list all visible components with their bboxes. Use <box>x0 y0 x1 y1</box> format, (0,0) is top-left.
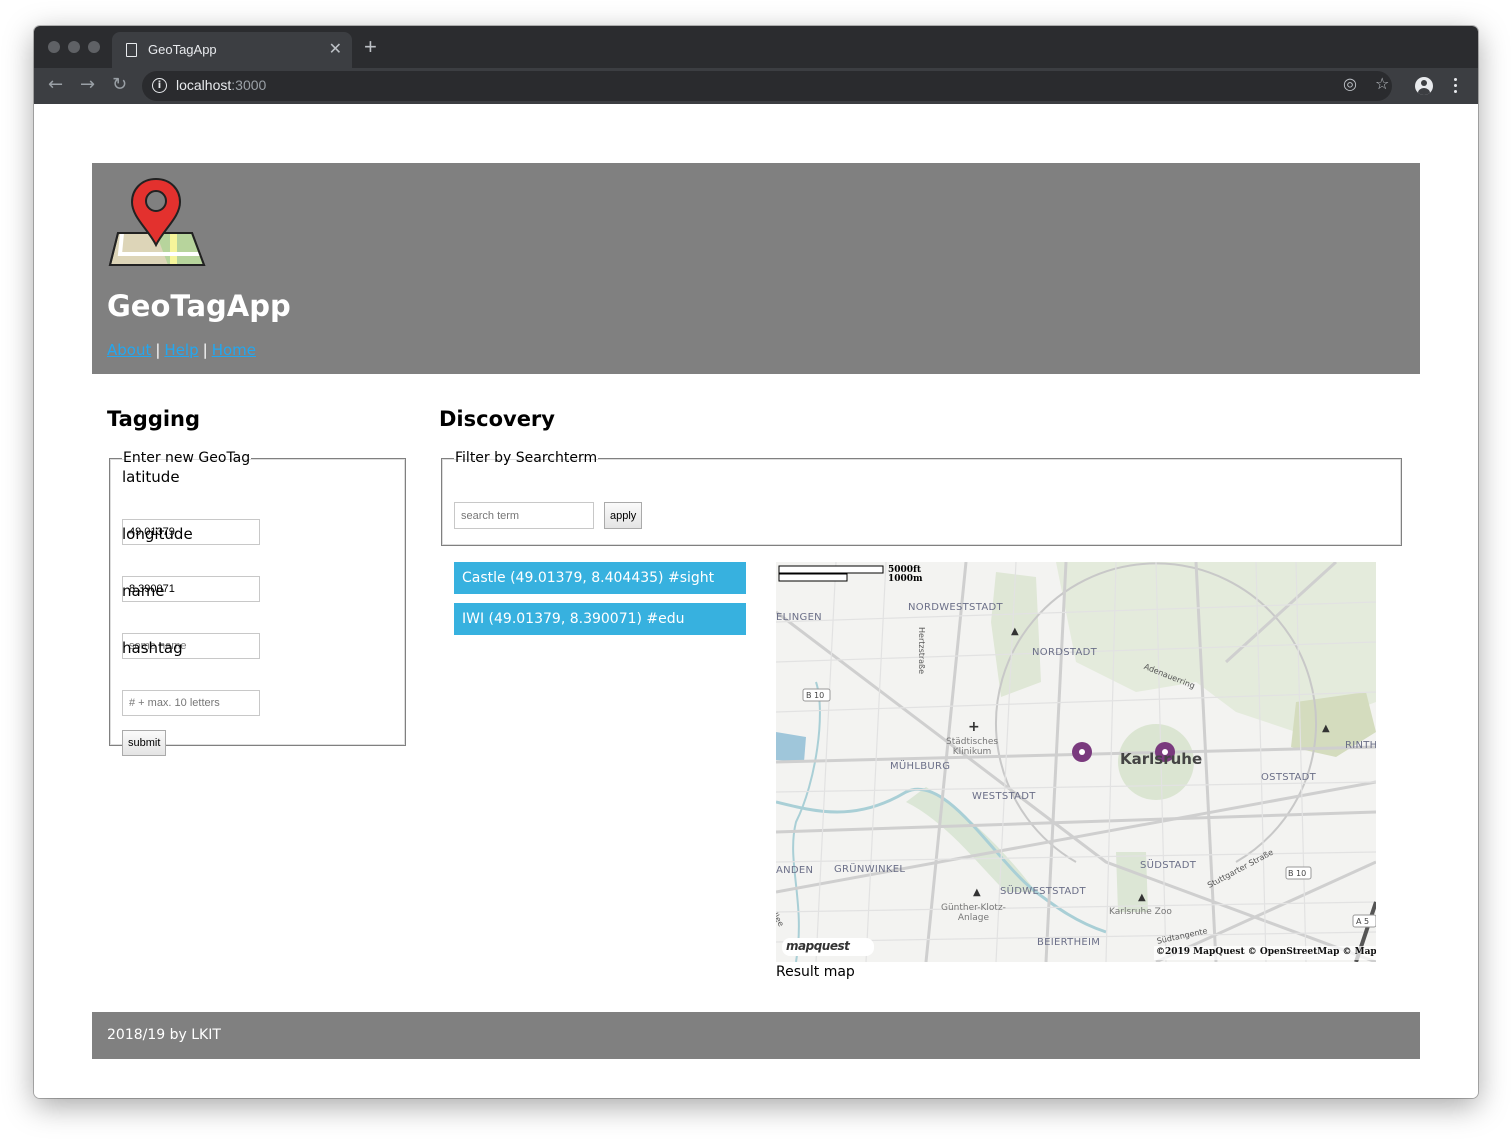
district-label: BEIERTHEIM <box>1037 937 1101 948</box>
map-tiles: ▲ + ▲ ▲ ▲ <box>776 562 1376 962</box>
mapquest-logo[interactable]: mapquest <box>786 939 850 953</box>
result-item[interactable]: IWI (49.01379, 8.390071) #edu <box>454 603 746 635</box>
monument-icon: ▲ <box>1322 723 1330 734</box>
address-bar[interactable]: i localhost:3000 <box>142 71 1392 101</box>
place-label: Städtisches Klinikum <box>946 737 999 757</box>
district-label: GRÜNWINKEL <box>834 864 906 875</box>
district-label: NORDWESTSTADT <box>908 602 1003 613</box>
info-icon[interactable]: i <box>152 78 167 93</box>
scale-bar-m <box>778 573 848 582</box>
longitude-label: longitude <box>122 525 193 543</box>
road-badge-label: A 5 <box>1356 917 1370 926</box>
site-header: GeoTagApp About | Help | Home <box>92 163 1420 374</box>
tab-bar: GeoTagApp ✕ + <box>34 26 1478 68</box>
map-pin-logo-icon <box>108 177 206 266</box>
document-icon <box>126 43 137 57</box>
road-badge-label: B 10 <box>1288 869 1307 878</box>
discovery-heading: Discovery <box>439 407 555 431</box>
location-icon[interactable]: ◎ <box>1343 74 1357 93</box>
submit-button[interactable]: submit <box>122 730 167 756</box>
result-map[interactable]: ▲ + ▲ ▲ ▲ 5000ft 1000m NORDWESTSTADT NORD… <box>776 562 1376 962</box>
app-title: GeoTagApp <box>107 289 291 323</box>
tree-icon: ▲ <box>973 887 981 898</box>
nav-separator: | <box>155 341 161 359</box>
footer-text: 2018/19 by LKIT <box>107 1027 221 1043</box>
tagging-heading: Tagging <box>107 407 201 431</box>
window-minimize-dot[interactable] <box>68 41 80 53</box>
name-label: name <box>122 582 165 600</box>
nav-link-help[interactable]: Help <box>164 341 198 359</box>
map-marker-iwi <box>1072 742 1092 762</box>
nav-link-home[interactable]: Home <box>212 341 256 359</box>
window-zoom-dot[interactable] <box>88 41 100 53</box>
forward-icon[interactable]: → <box>80 74 95 95</box>
tree-icon: ▲ <box>1011 626 1019 637</box>
filter-legend: Filter by Searchterm <box>455 450 598 466</box>
district-label: SÜDWESTSTADT <box>1000 886 1086 897</box>
nav-link-about[interactable]: About <box>107 341 151 359</box>
url-text[interactable]: localhost:3000 <box>176 77 266 93</box>
search-input[interactable] <box>454 502 594 529</box>
hashtag-input[interactable] <box>122 690 260 716</box>
browser-window: GeoTagApp ✕ + ← → ↻ i localhost:3000 ◎ ☆ <box>34 26 1478 1098</box>
menu-icon[interactable] <box>1454 78 1457 96</box>
window-close-dot[interactable] <box>48 41 60 53</box>
tree-icon: ▲ <box>1138 892 1146 903</box>
browser-toolbar: ← → ↻ i localhost:3000 ◎ ☆ <box>34 68 1478 104</box>
place-label: Günther-Klotz- Anlage <box>941 903 1006 923</box>
scale-bar-ft <box>778 565 884 574</box>
hospital-cross-icon: + <box>968 719 980 735</box>
page-content: GeoTagApp About | Help | Home Tagging Enter … <box>34 104 1478 1098</box>
nav-separator: | <box>202 341 208 359</box>
district-label: WESTSTADT <box>972 791 1036 802</box>
district-label: NORDSTADT <box>1032 647 1098 658</box>
bookmark-star-icon[interactable]: ☆ <box>1375 74 1389 93</box>
filter-fieldset: Filter by Searchterm <box>441 450 1402 546</box>
place-label: Karlsruhe Zoo <box>1109 907 1172 917</box>
scale-label-m: 1000m <box>888 574 923 584</box>
district-label: OSTSTADT <box>1261 772 1317 783</box>
tab-title: GeoTagApp <box>148 42 217 57</box>
back-icon[interactable]: ← <box>48 74 63 95</box>
road-badge-label: B 10 <box>806 691 825 700</box>
district-label: ELINGEN <box>776 612 822 623</box>
profile-icon[interactable] <box>1415 77 1433 95</box>
main-nav: About | Help | Home <box>107 341 256 359</box>
result-item[interactable]: Castle (49.01379, 8.404435) #sight <box>454 562 746 594</box>
tagging-legend: Enter new GeoTag <box>123 450 251 466</box>
close-tab-icon[interactable]: ✕ <box>329 39 342 59</box>
city-label: Karlsruhe <box>1120 750 1203 768</box>
new-tab-icon[interactable]: + <box>364 34 377 60</box>
browser-tab[interactable]: GeoTagApp ✕ <box>112 32 352 68</box>
district-label: ANDEN <box>776 865 814 876</box>
map-caption: Result map <box>776 964 855 980</box>
hashtag-label: hashtag <box>122 639 183 657</box>
apply-button[interactable]: apply <box>604 502 643 529</box>
reload-icon[interactable]: ↻ <box>112 74 127 95</box>
street-label: Hertzstraße <box>917 627 926 675</box>
district-label: SÜDSTADT <box>1140 860 1197 871</box>
map-attribution[interactable]: ©2019 MapQuest © OpenStreetMap © Mapbox <box>1156 947 1376 957</box>
latitude-label: latitude <box>122 468 180 486</box>
district-label: MÜHLBURG <box>890 761 951 772</box>
district-label: RINTH <box>1345 740 1376 751</box>
site-footer: 2018/19 by LKIT <box>92 1012 1420 1059</box>
water <box>776 732 806 762</box>
